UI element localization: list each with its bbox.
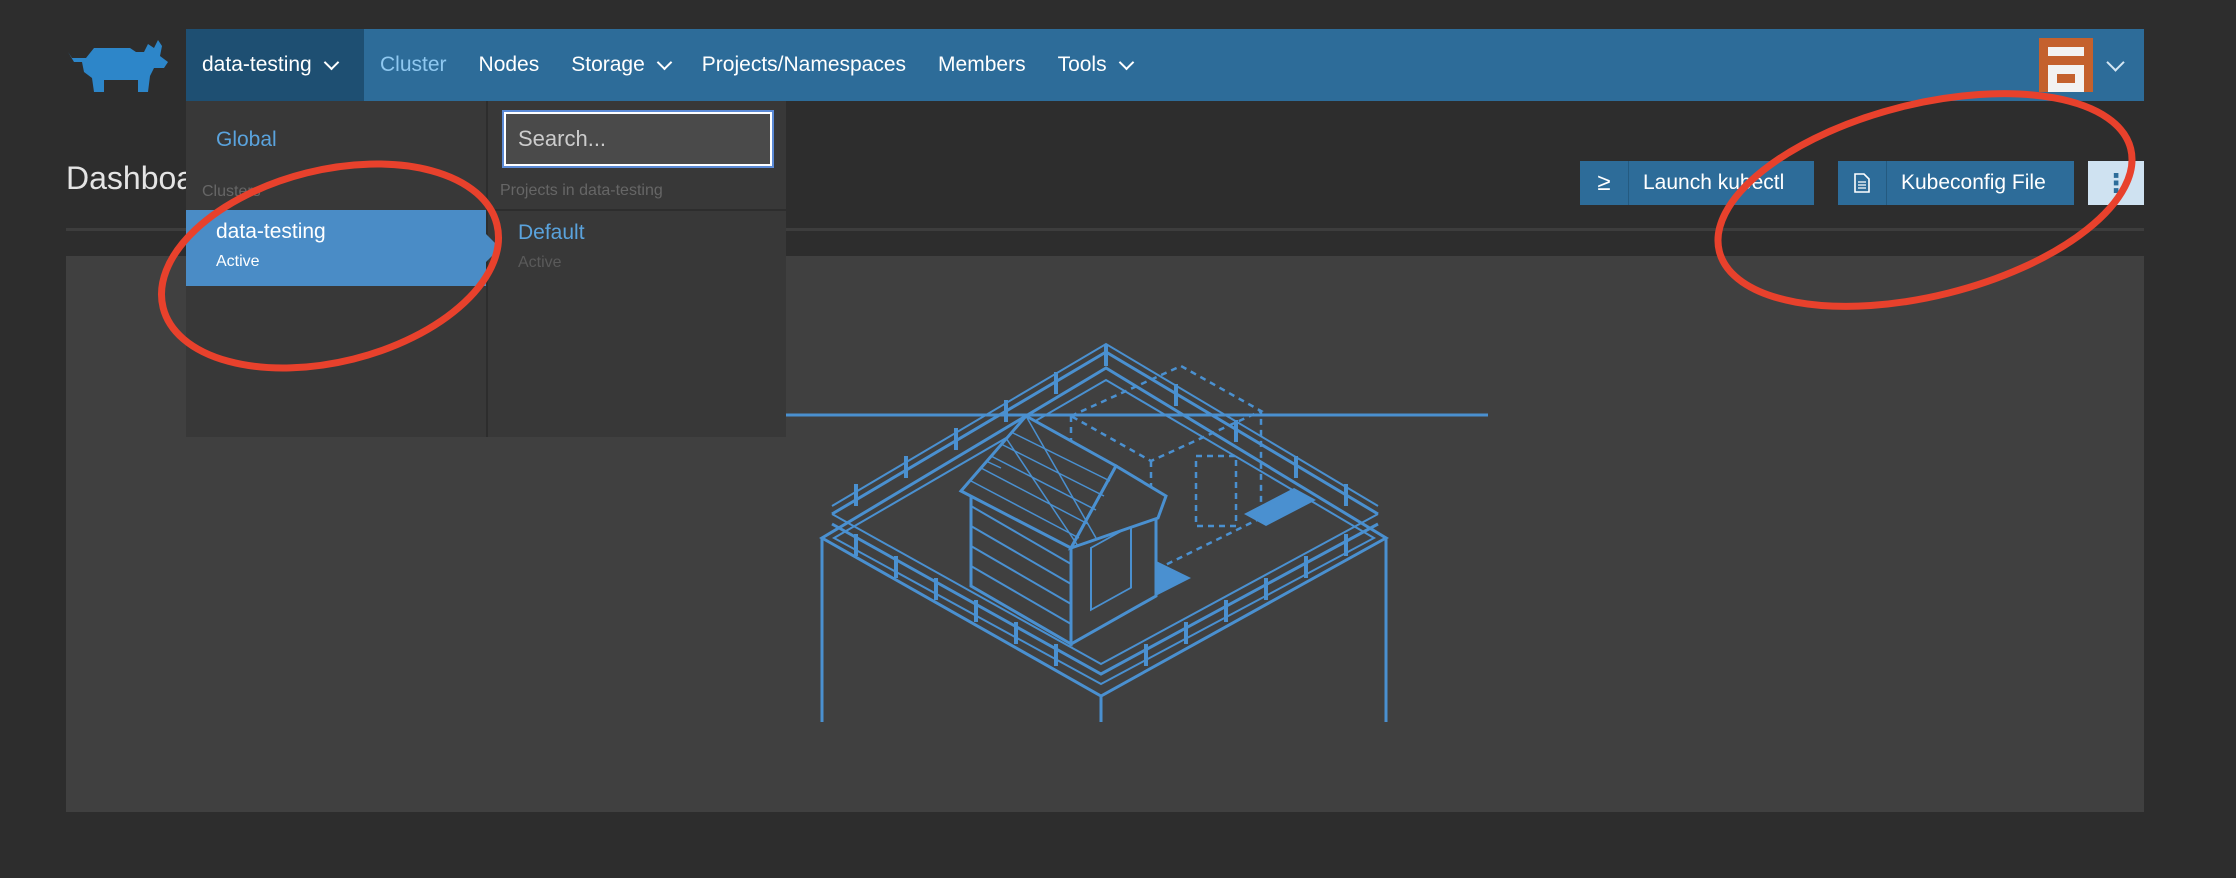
cluster-name: data-testing (216, 220, 326, 243)
more-vertical-icon: ⋮ (2103, 168, 2129, 198)
nav-cluster-label: Cluster (380, 53, 447, 76)
nav-tools[interactable]: Tools (1042, 29, 1148, 101)
nav-cluster[interactable]: Cluster (364, 29, 463, 101)
cluster-item-data-testing[interactable]: data-testing Active (186, 210, 500, 286)
nav-nodes-label: Nodes (478, 53, 540, 76)
launch-kubectl-button[interactable]: ≥ Launch kubectl (1580, 161, 1814, 205)
cluster-project-dropdown: Global Clusters data-testing Active Proj… (186, 101, 786, 437)
projects-divider (488, 209, 786, 211)
clusters-section-label: Clusters (202, 183, 261, 200)
nav-tools-label: Tools (1057, 53, 1107, 76)
file-icon (1838, 161, 1887, 205)
nav-nodes[interactable]: Nodes (463, 29, 556, 101)
more-actions-button[interactable]: ⋮ (2088, 161, 2144, 205)
cluster-switcher-label: data-testing (202, 53, 312, 76)
clusters-column: Global Clusters data-testing Active (186, 101, 500, 437)
kubeconfig-file-label: Kubeconfig File (1901, 171, 2046, 194)
search-input[interactable] (502, 110, 774, 168)
global-link[interactable]: Global (216, 128, 277, 152)
chevron-down-icon (2106, 52, 2125, 72)
project-name: Default (518, 221, 585, 244)
launch-kubectl-label: Launch kubectl (1643, 171, 1785, 194)
nav-projects-label: Projects/Namespaces (701, 53, 907, 76)
cluster-state: Active (216, 253, 260, 270)
top-navbar: data-testing Cluster Nodes Storage Proje… (186, 29, 2144, 101)
project-item-default[interactable]: Default Active (518, 221, 585, 272)
nav-storage-label: Storage (571, 53, 645, 76)
rancher-logo-icon[interactable] (64, 38, 170, 94)
nav-members[interactable]: Members (922, 29, 1042, 101)
nav-storage[interactable]: Storage (555, 29, 686, 101)
chevron-down-icon (1118, 54, 1134, 70)
user-menu[interactable] (2039, 29, 2144, 101)
projects-section-label: Projects in data-testing (500, 182, 663, 199)
chevron-down-icon (656, 54, 673, 70)
project-state: Active (518, 254, 562, 271)
cluster-switcher-button[interactable]: data-testing (186, 29, 364, 101)
kubeconfig-file-button[interactable]: Kubeconfig File (1838, 161, 2074, 205)
nav-projects-namespaces[interactable]: Projects/Namespaces (686, 29, 922, 101)
terminal-icon: ≥ (1580, 161, 1629, 205)
user-avatar-icon (2039, 38, 2093, 92)
nav-members-label: Members (938, 53, 1026, 76)
chevron-down-icon (323, 54, 340, 70)
